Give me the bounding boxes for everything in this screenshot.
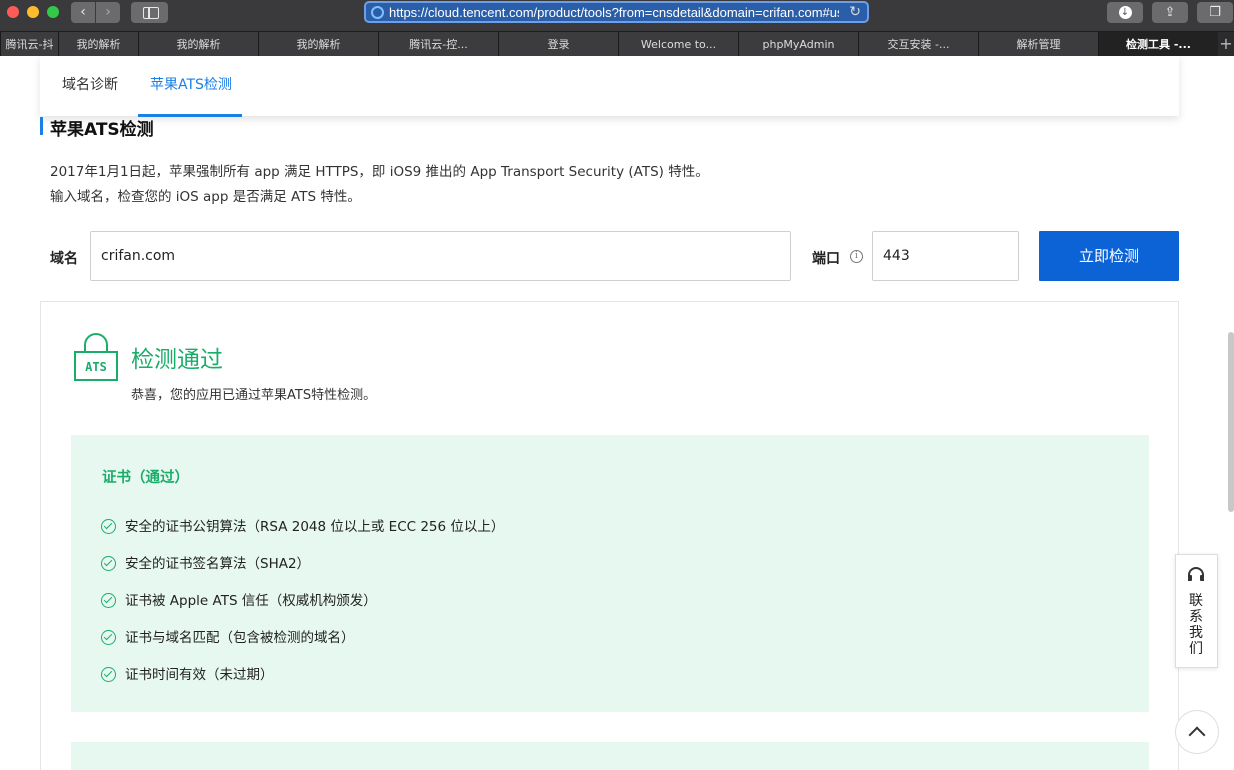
chevron-right-icon: › <box>105 4 111 20</box>
check-circle-icon <box>101 518 116 534</box>
browser-tab[interactable]: Welcome to... <box>618 32 738 57</box>
download-icon: ↓ <box>1118 6 1132 19</box>
cert-item-label: 证书与域名匹配（包含被检测的域名） <box>125 630 355 646</box>
list-item: 安全的证书公钥算法（RSA 2048 位以上或 ECC 256 位以上） <box>101 515 504 535</box>
ats-lock-icon: ATS <box>74 333 118 381</box>
tab-bar: 腾讯云-抖 我的解析 我的解析 我的解析 腾讯云-控... 登录 Welcome… <box>0 31 1234 57</box>
back-to-top-button[interactable] <box>1175 710 1219 754</box>
port-input[interactable] <box>872 231 1019 281</box>
browser-tab[interactable]: 我的解析 <box>58 32 138 57</box>
cert-item-label: 证书时间有效（未过期） <box>125 667 274 683</box>
domain-input[interactable] <box>90 231 791 281</box>
port-label: 端口 <box>812 251 840 267</box>
reload-icon[interactable]: ↻ <box>849 4 861 20</box>
domain-label: 域名 <box>50 251 78 267</box>
page-content: 域名诊断 苹果ATS检测 苹果ATS检测 2017年1月1日起，苹果强制所有 a… <box>0 56 1234 770</box>
cert-item-label: 安全的证书签名算法（SHA2） <box>125 556 311 572</box>
browser-tab[interactable]: phpMyAdmin <box>738 32 858 57</box>
contact-us-button[interactable]: 联系我们 <box>1175 554 1218 668</box>
ats-icon-label: ATS <box>85 360 107 374</box>
chevron-left-icon: ‹ <box>80 4 86 20</box>
certificate-section: 证书（通过） 安全的证书公钥算法（RSA 2048 位以上或 ECC 256 位… <box>71 435 1149 712</box>
url-text[interactable]: https://cloud.tencent.com/product/tools?… <box>389 5 839 20</box>
chevron-up-icon <box>1188 726 1206 744</box>
result-subtitle: 恭喜，您的应用已通过苹果ATS特性检测。 <box>131 388 377 403</box>
browser-tab[interactable]: 腾讯云-控... <box>378 32 498 57</box>
list-item: 证书时间有效（未过期） <box>101 663 274 683</box>
info-icon[interactable]: i <box>850 250 863 263</box>
browser-tab[interactable]: 我的解析 <box>138 32 258 57</box>
back-button[interactable]: ‹ <box>71 2 95 23</box>
section-description: 输入域名，检查您的 iOS app 是否满足 ATS 特性。 <box>50 189 361 205</box>
browser-tab[interactable]: 腾讯云-抖 <box>0 32 58 57</box>
check-circle-icon <box>101 592 116 608</box>
forward-button[interactable]: › <box>96 2 120 23</box>
browser-tab-active[interactable]: 检测工具 -... <box>1098 32 1218 57</box>
site-favicon-icon <box>371 6 384 19</box>
list-item: 证书与域名匹配（包含被检测的域名） <box>101 626 355 646</box>
window-maximize-button[interactable] <box>47 6 59 18</box>
check-now-button[interactable]: 立即检测 <box>1039 231 1179 281</box>
certificate-title: 证书（通过） <box>102 470 189 486</box>
new-tab-button[interactable]: + <box>1218 32 1234 57</box>
tabs-icon: ❐ <box>1209 5 1221 20</box>
show-tabs-button[interactable]: ❐ <box>1197 2 1233 23</box>
window-close-button[interactable] <box>7 6 19 18</box>
tab-apple-ats[interactable]: 苹果ATS检测 <box>150 56 232 116</box>
tool-subnav: 域名诊断 苹果ATS检测 <box>40 56 1179 117</box>
list-item: 证书被 Apple ATS 信任（权威机构颁发） <box>101 589 377 609</box>
browser-titlebar: ‹ › https://cloud.tencent.com/product/to… <box>0 0 1234 25</box>
headset-icon <box>1188 567 1204 581</box>
tab-domain-diagnosis[interactable]: 域名诊断 <box>62 56 118 116</box>
cert-item-label: 证书被 Apple ATS 信任（权威机构颁发） <box>125 593 377 609</box>
address-bar[interactable]: https://cloud.tencent.com/product/tools?… <box>364 1 869 23</box>
sidebar-toggle-button[interactable] <box>131 2 168 23</box>
sidebar-icon <box>143 7 159 19</box>
result-title: 检测通过 <box>131 347 223 373</box>
browser-tab[interactable]: 解析管理 <box>978 32 1098 57</box>
window-minimize-button[interactable] <box>27 6 39 18</box>
browser-tab[interactable]: 交互安装 -... <box>858 32 978 57</box>
share-icon: ⇪ <box>1164 5 1176 20</box>
contact-us-label: 联系我们 <box>1189 593 1203 657</box>
scrollbar[interactable] <box>1228 332 1234 512</box>
browser-tab[interactable]: 登录 <box>498 32 618 57</box>
check-circle-icon <box>101 629 116 645</box>
browser-tab[interactable]: 我的解析 <box>258 32 378 57</box>
section-description: 2017年1月1日起，苹果强制所有 app 满足 HTTPS，即 iOS9 推出… <box>50 164 709 180</box>
cert-item-label: 安全的证书公钥算法（RSA 2048 位以上或 ECC 256 位以上） <box>125 519 505 535</box>
result-card: ATS 检测通过 恭喜，您的应用已通过苹果ATS特性检测。 证书（通过） 安全的… <box>40 301 1179 770</box>
section-title: 苹果ATS检测 <box>50 120 154 140</box>
downloads-button[interactable]: ↓ <box>1107 2 1143 23</box>
list-item: 安全的证书签名算法（SHA2） <box>101 552 310 572</box>
next-check-section <box>71 742 1149 770</box>
section-accent-bar <box>40 117 43 135</box>
share-button[interactable]: ⇪ <box>1152 2 1188 23</box>
check-circle-icon <box>101 666 116 682</box>
check-circle-icon <box>101 555 116 571</box>
